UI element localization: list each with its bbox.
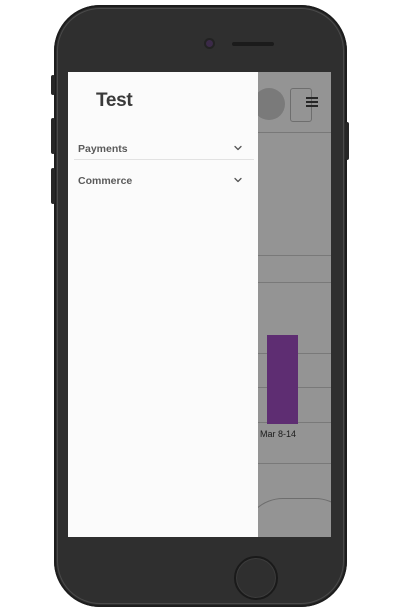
power-button [345, 122, 349, 160]
drawer-title: Test [96, 90, 133, 111]
drawer-item-payments[interactable]: Payments [74, 133, 254, 165]
earpiece-speaker [232, 42, 274, 46]
drawer-divider [74, 159, 254, 160]
front-camera [206, 40, 213, 47]
volume-up-button [51, 118, 55, 154]
drawer-item-commerce[interactable]: Commerce [74, 165, 254, 197]
mute-switch [51, 75, 55, 95]
volume-down-button [51, 168, 55, 204]
navigation-drawer: Test Payments Commerce [68, 72, 258, 537]
home-button[interactable] [234, 556, 278, 600]
drawer-item-label: Commerce [78, 175, 133, 187]
chevron-down-icon [234, 177, 242, 183]
phone-screen: Mar 8-14 Test Payments Commerce [68, 72, 331, 537]
drawer-item-label: Payments [78, 143, 128, 155]
chevron-down-icon [234, 145, 242, 151]
